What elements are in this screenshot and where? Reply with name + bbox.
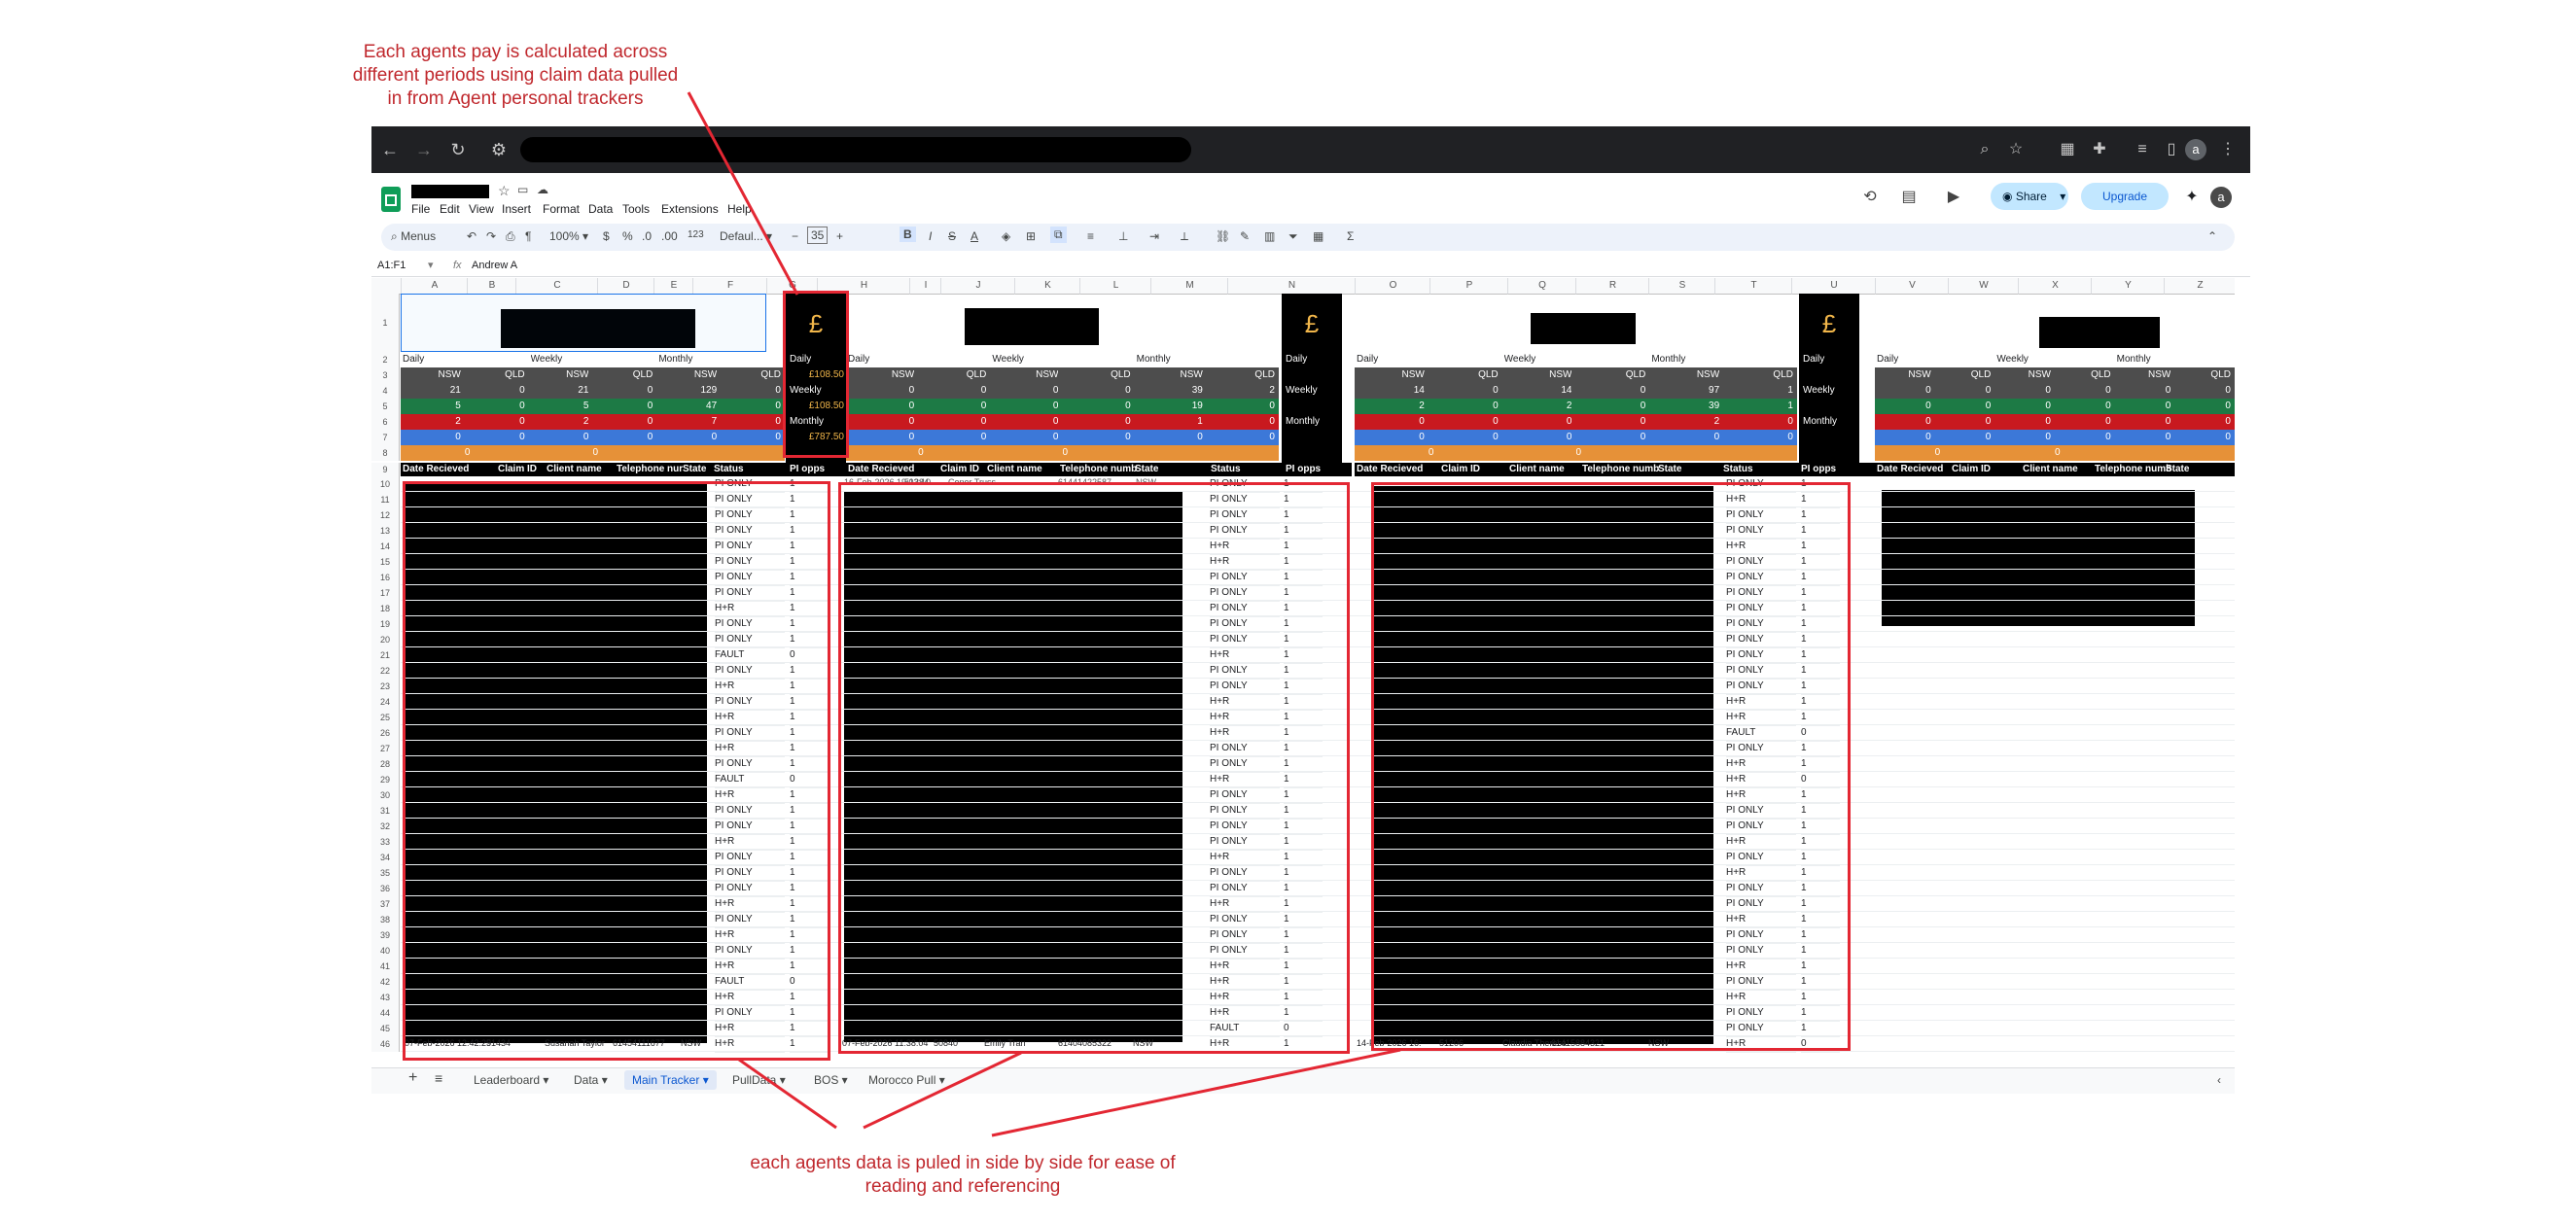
arrow-bottom-1 xyxy=(738,1058,837,1130)
arrow-bottom-3 xyxy=(991,1048,1401,1137)
annotation-arrows xyxy=(687,91,1401,1137)
arrow-top xyxy=(687,91,799,296)
arrow-bottom-2 xyxy=(863,1051,1022,1130)
